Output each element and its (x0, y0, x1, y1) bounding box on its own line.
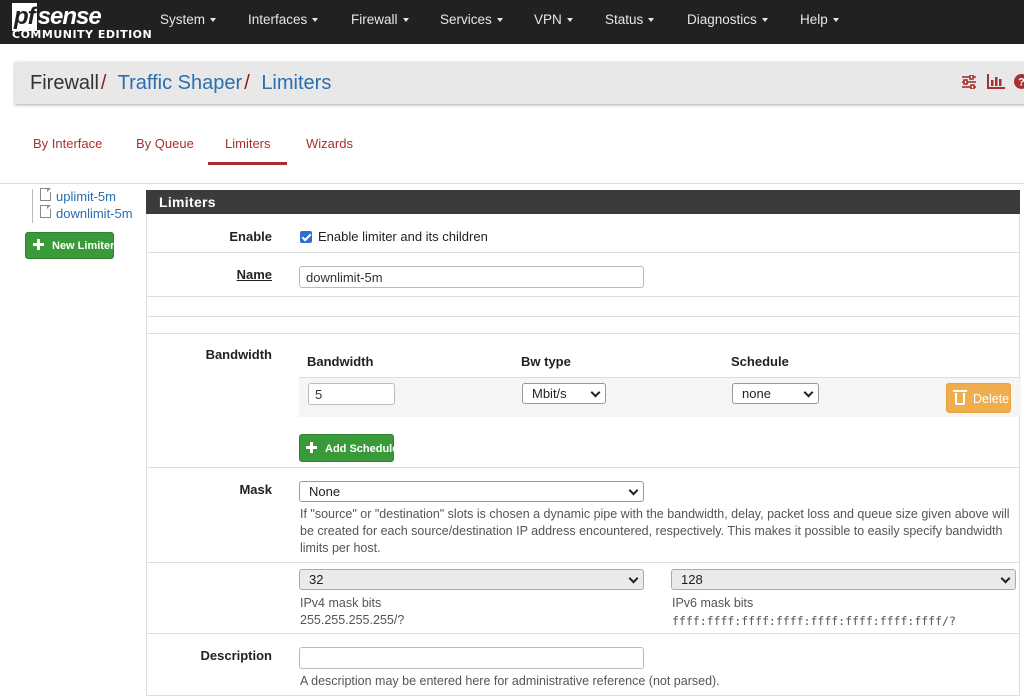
breadcrumb-traffic-shaper[interactable]: Traffic Shaper (118, 72, 243, 94)
description-input[interactable] (299, 647, 644, 669)
ipv6-mask-label: IPv6 mask bits (672, 596, 754, 610)
name-label: Name (236, 267, 272, 282)
spacer-row (146, 297, 1020, 317)
nav-diagnostics[interactable]: Diagnostics (687, 12, 768, 27)
pfsense-logo[interactable]: pf sense COMMUNITY EDITION (12, 3, 152, 41)
col-bandwidth-header: Bandwidth (307, 354, 374, 369)
delete-button[interactable]: Delete (946, 383, 1011, 413)
breadcrumb-limiters[interactable]: Limiters (261, 72, 331, 94)
tree-item-uplimit[interactable]: uplimit-5m (30, 188, 133, 206)
limiter-tree: uplimit-5m downlimit-5m (30, 188, 133, 223)
nav-status[interactable]: Status (605, 12, 655, 27)
chevron-down-icon (628, 573, 639, 584)
chevron-down-icon (1000, 573, 1011, 584)
col-bwtype-header: Bw type (521, 354, 571, 369)
tab-limiters[interactable]: Limiters (225, 136, 271, 151)
svg-text:?: ? (1018, 77, 1024, 89)
description-help-text: A description may be entered here for ad… (300, 674, 720, 688)
caret-down-icon (210, 18, 217, 23)
nav-interfaces[interactable]: Interfaces (248, 12, 319, 27)
trash-icon (953, 390, 967, 405)
chevron-down-icon (803, 387, 814, 398)
active-tab-indicator (208, 162, 287, 165)
help-icon[interactable]: ? (1014, 74, 1024, 92)
caret-down-icon (402, 18, 409, 23)
nav-firewall[interactable]: Firewall (351, 12, 409, 27)
caret-down-icon (761, 18, 768, 23)
mask-help-text: If "source" or "destination" slots is ch… (300, 507, 1010, 555)
plus-icon (33, 239, 44, 250)
nav-help[interactable]: Help (800, 12, 839, 27)
enable-row: Enable (146, 214, 1020, 253)
chevron-down-icon (590, 387, 601, 398)
col-schedule-header: Schedule (731, 354, 789, 369)
new-limiter-button[interactable]: New Limiter (25, 232, 114, 259)
ipv6-mask-example: ffff:ffff:ffff:ffff:ffff:ffff:ffff:ffff/… (672, 614, 956, 628)
caret-down-icon (496, 18, 503, 23)
breadcrumb-firewall: Firewall (30, 72, 99, 94)
caret-down-icon (566, 18, 573, 23)
top-navbar: pf sense COMMUNITY EDITION System Interfa… (0, 0, 1024, 44)
ipv4-mask-select[interactable]: 32 (299, 569, 644, 590)
document-icon (40, 205, 51, 218)
edition-label: COMMUNITY EDITION (12, 28, 153, 41)
enable-checkbox[interactable] (300, 231, 312, 243)
schedule-select[interactable]: none (732, 383, 819, 404)
bar-chart-icon[interactable] (986, 74, 1005, 92)
logo-sense: sense (37, 3, 102, 30)
enable-label: Enable (229, 229, 272, 244)
sliders-icon[interactable] (961, 73, 977, 92)
bwtype-select[interactable]: Mbit/s (522, 383, 606, 404)
nav-system[interactable]: System (160, 12, 217, 27)
tab-by-interface[interactable]: By Interface (33, 136, 102, 151)
nav-services[interactable]: Services (440, 12, 503, 27)
add-schedule-button[interactable]: Add Schedule (299, 434, 398, 462)
tab-wizards[interactable]: Wizards (306, 136, 353, 151)
mask-label: Mask (239, 482, 272, 497)
ipv6-mask-select[interactable]: 128 (671, 569, 1016, 590)
bandwidth-entry-row (299, 377, 1021, 417)
chevron-down-icon (628, 485, 639, 496)
caret-down-icon (312, 18, 319, 23)
enable-checkbox-label: Enable limiter and its children (318, 229, 488, 244)
caret-down-icon (648, 18, 655, 23)
tree-item-downlimit[interactable]: downlimit-5m (30, 205, 133, 223)
ipv4-mask-label: IPv4 mask bits (300, 596, 382, 610)
bandwidth-value-input[interactable] (308, 383, 395, 405)
panel-title: Limiters (146, 190, 1020, 214)
mask-select[interactable]: None (299, 481, 644, 502)
tab-strip: By Interface By Queue Limiters Wizards (0, 120, 1024, 184)
caret-down-icon (832, 18, 839, 23)
plus-icon (306, 442, 317, 453)
breadcrumb: Firewall / Traffic Shaper / Limiters (30, 72, 332, 94)
breadcrumb-bar: Firewall/ Traffic Shaper/ Limiters ? (15, 62, 1024, 104)
document-icon (40, 188, 51, 201)
bandwidth-label: Bandwidth (205, 347, 272, 362)
description-label: Description (200, 648, 272, 663)
ipv4-mask-example: 255.255.255.255/? (300, 613, 405, 627)
nav-vpn[interactable]: VPN (534, 12, 573, 27)
logo-pf: pf (12, 3, 37, 31)
tab-by-queue[interactable]: By Queue (136, 136, 194, 151)
name-input[interactable] (299, 266, 644, 288)
spacer-row (146, 317, 1020, 334)
